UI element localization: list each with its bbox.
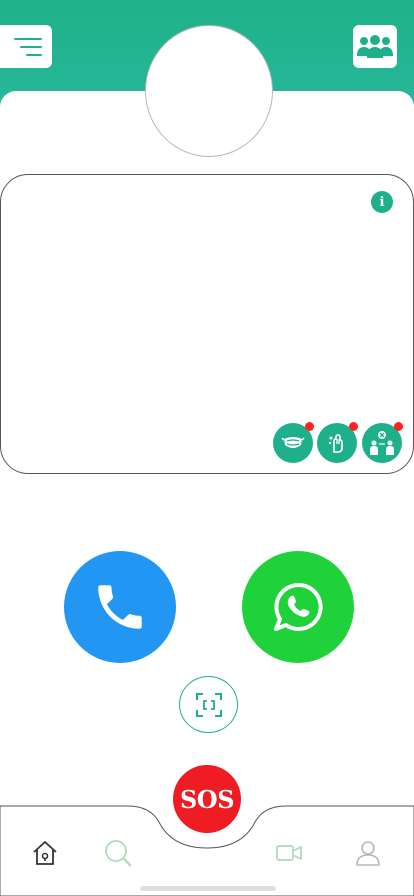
group-button[interactable] — [353, 25, 397, 68]
social-distance-feature-button[interactable] — [362, 422, 403, 463]
nav-profile[interactable] — [351, 836, 385, 870]
info-icon: i — [379, 194, 385, 210]
nav-home[interactable] — [28, 836, 62, 870]
video-camera-icon — [276, 845, 302, 861]
scan-button[interactable] — [179, 676, 238, 733]
nav-video[interactable] — [272, 836, 306, 870]
home-icon — [33, 841, 57, 865]
info-button[interactable]: i — [371, 191, 393, 213]
whatsapp-icon — [274, 582, 323, 631]
app-screen: i SOS — [0, 0, 414, 896]
social-distance-icon — [370, 431, 394, 455]
hand-wash-icon — [328, 434, 343, 453]
notification-dot — [394, 422, 403, 431]
group-icon — [357, 34, 393, 58]
sos-button[interactable]: SOS — [173, 765, 241, 833]
search-icon — [105, 840, 132, 867]
menu-button[interactable] — [0, 25, 52, 68]
phone-icon — [98, 585, 142, 629]
hand-wash-feature-button[interactable] — [317, 422, 358, 463]
mask-feature-button[interactable] — [273, 422, 314, 463]
scan-icon — [195, 692, 222, 717]
nav-search[interactable] — [101, 836, 135, 870]
home-indicator — [140, 886, 276, 891]
notification-dot — [349, 422, 358, 431]
avatar[interactable] — [145, 25, 273, 157]
whatsapp-button[interactable] — [242, 551, 354, 663]
call-button[interactable] — [64, 551, 176, 663]
notification-dot — [305, 422, 314, 431]
menu-icon — [14, 37, 42, 56]
sos-label: SOS — [179, 784, 235, 814]
profile-icon — [356, 841, 380, 866]
mask-icon — [281, 437, 305, 448]
